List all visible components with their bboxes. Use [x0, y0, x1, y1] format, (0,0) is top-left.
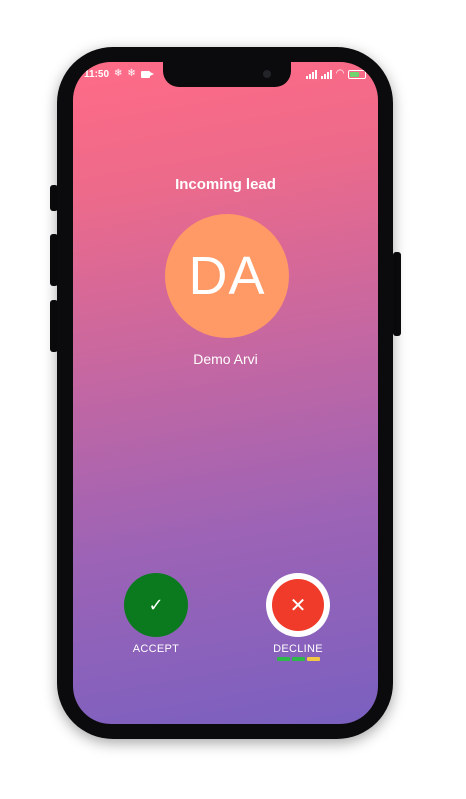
front-camera [263, 70, 271, 78]
accept-button[interactable]: ✓ [124, 573, 188, 637]
stage: 11:50 ❄ ❄ ◠ Incoming lead DA Demo Arvi ✓… [0, 0, 466, 799]
decline-button[interactable]: ✕ [272, 579, 324, 631]
avatar-initials: DA [188, 246, 266, 306]
decline-indicator-segment [276, 657, 290, 661]
battery-level [350, 71, 360, 77]
status-time: 11:50 [84, 68, 110, 80]
phone-power-button [393, 252, 401, 336]
incoming-title: Incoming lead [175, 176, 276, 193]
signal-icon [321, 69, 333, 79]
check-icon: ✓ [148, 594, 164, 615]
signal-icon [306, 69, 318, 79]
close-icon: ✕ [289, 594, 307, 617]
phone-screen: 11:50 ❄ ❄ ◠ Incoming lead DA Demo Arvi ✓… [73, 62, 378, 724]
accept-label: ACCEPT [132, 643, 180, 655]
decline-indicator [253, 657, 343, 661]
decline-indicator-segment [291, 657, 305, 661]
decline-action: ✕ DECLINE [253, 573, 343, 661]
status-right: ◠ [306, 68, 366, 80]
decline-indicator-segment [306, 657, 320, 661]
accept-action: ✓ ACCEPT [111, 573, 201, 655]
settings-icon: ❄ [127, 68, 136, 79]
notch [163, 62, 291, 87]
wifi-icon: ◠ [336, 68, 344, 79]
caller-avatar: DA [165, 214, 289, 338]
battery-icon [348, 69, 366, 79]
decline-label: DECLINE [273, 643, 323, 655]
caller-name: Demo Arvi [193, 351, 258, 367]
video-camera-icon [140, 70, 154, 78]
status-left: 11:50 ❄ ❄ [84, 68, 154, 80]
settings-icon: ❄ [114, 68, 123, 79]
decline-button-ring[interactable]: ✕ [266, 573, 330, 637]
